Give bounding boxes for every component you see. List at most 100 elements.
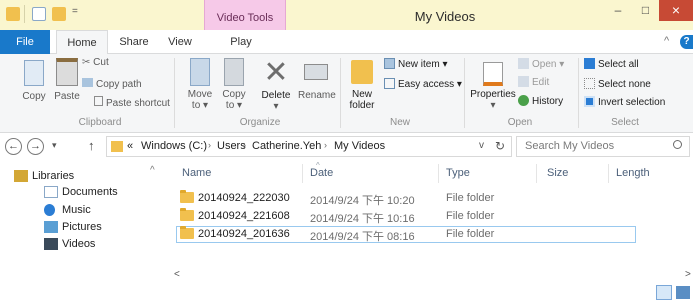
move-to-button[interactable]: Move to ▾ bbox=[186, 58, 214, 111]
refresh-icon[interactable]: ↻ bbox=[495, 139, 505, 153]
tab-home[interactable]: Home bbox=[56, 30, 108, 55]
tab-view[interactable]: View bbox=[162, 30, 198, 54]
scroll-right-icon[interactable]: > bbox=[685, 269, 691, 280]
tab-share[interactable]: Share bbox=[114, 30, 154, 54]
help-icon[interactable]: ? bbox=[680, 35, 693, 49]
open-button[interactable]: Open ▾ bbox=[518, 58, 564, 72]
quick-access-dropdown-icon[interactable]: = bbox=[72, 6, 78, 17]
column-header-name[interactable]: Name bbox=[182, 167, 211, 179]
nav-item-label: Documents bbox=[62, 186, 118, 198]
delete-button[interactable]: ✕ Delete ▾ bbox=[258, 58, 294, 113]
column-header-size[interactable]: Size bbox=[547, 167, 568, 179]
new-item-button[interactable]: New item ▾ bbox=[384, 58, 447, 72]
cut-button[interactable]: ✂ Cut bbox=[82, 56, 109, 70]
horizontal-scrollbar[interactable]: < > bbox=[0, 268, 693, 284]
select-all-button[interactable]: Select all bbox=[584, 58, 639, 72]
open-group-label: Open bbox=[507, 117, 533, 128]
details-view-icon[interactable] bbox=[656, 285, 672, 300]
edit-label: Edit bbox=[532, 77, 550, 88]
minimize-button[interactable]: – bbox=[604, 0, 632, 21]
search-input[interactable]: Search My Videos bbox=[525, 140, 614, 152]
edit-button[interactable]: Edit bbox=[518, 76, 549, 90]
nav-item-pictures[interactable]: Pictures bbox=[44, 219, 102, 235]
column-header-date[interactable]: Date bbox=[310, 167, 333, 179]
column-header-length[interactable]: Length bbox=[616, 167, 650, 179]
file-row[interactable]: 20140924_221608 2014/9/24 下午 10:16 File … bbox=[176, 208, 636, 225]
crumb-separator-icon[interactable]: › bbox=[324, 140, 327, 150]
nav-item-label: Music bbox=[62, 204, 91, 216]
easy-access-button[interactable]: Easy access ▾ bbox=[384, 78, 462, 92]
ribbon-separator bbox=[578, 58, 579, 128]
crumb-separator-icon[interactable]: › bbox=[243, 140, 246, 150]
select-none-button[interactable]: Select none bbox=[584, 78, 651, 92]
edit-icon bbox=[518, 76, 529, 87]
select-group-label: Select bbox=[611, 117, 639, 128]
file-type: File folder bbox=[446, 192, 495, 204]
column-separator[interactable] bbox=[608, 164, 609, 183]
recent-locations-icon[interactable]: ▾ bbox=[52, 140, 57, 151]
tab-file[interactable]: File bbox=[0, 30, 50, 54]
crumb-my-videos[interactable]: My Videos bbox=[334, 140, 385, 152]
back-button[interactable]: ← bbox=[5, 138, 22, 155]
easy-access-icon bbox=[384, 78, 395, 89]
qa-separator bbox=[24, 5, 25, 23]
window-title: My Videos bbox=[414, 9, 476, 24]
column-separator[interactable] bbox=[438, 164, 439, 183]
crumb-catherine[interactable]: Catherine.Yeh bbox=[252, 140, 321, 152]
invert-selection-button[interactable]: Invert selection bbox=[584, 96, 665, 110]
ribbon-separator bbox=[464, 58, 465, 128]
up-button[interactable]: ↑ bbox=[88, 138, 95, 153]
nav-item-libraries[interactable]: Libraries bbox=[14, 168, 74, 184]
crumb-windows-c[interactable]: Windows (C:) bbox=[141, 140, 207, 152]
new-folder-button[interactable]: New folder bbox=[346, 58, 378, 111]
rename-button[interactable]: Rename bbox=[298, 58, 336, 101]
nav-scroll-up-icon[interactable]: ^ bbox=[150, 165, 155, 176]
copy-to-button[interactable]: Copy to ▾ bbox=[220, 58, 248, 111]
address-history-dropdown[interactable]: v bbox=[479, 140, 484, 151]
close-button[interactable]: × bbox=[659, 0, 693, 21]
collapse-ribbon-icon[interactable]: ^ bbox=[664, 35, 669, 47]
search-box[interactable]: Search My Videos bbox=[516, 136, 690, 157]
address-overflow[interactable]: « bbox=[127, 140, 133, 152]
search-icon[interactable] bbox=[673, 140, 682, 149]
new-item-icon bbox=[384, 58, 395, 69]
file-row[interactable]: 20140924_222030 2014/9/24 下午 10:20 File … bbox=[176, 190, 636, 207]
copy-to-icon bbox=[224, 58, 244, 86]
column-separator[interactable] bbox=[302, 164, 303, 183]
history-button[interactable]: History bbox=[518, 95, 563, 109]
select-all-icon bbox=[584, 58, 595, 69]
nav-item-videos[interactable]: Videos bbox=[44, 236, 95, 252]
paste-label: Paste bbox=[54, 91, 80, 102]
tab-play[interactable]: Play bbox=[226, 30, 256, 54]
forward-button[interactable]: → bbox=[27, 138, 44, 155]
file-type: File folder bbox=[446, 210, 495, 222]
properties-icon bbox=[483, 62, 503, 86]
music-icon bbox=[44, 204, 55, 216]
invert-selection-icon bbox=[584, 96, 595, 107]
copy-path-icon bbox=[82, 78, 93, 87]
copy-button[interactable]: Copy bbox=[20, 60, 48, 102]
scroll-left-icon[interactable]: < bbox=[174, 269, 180, 280]
column-header-type[interactable]: Type bbox=[446, 167, 470, 179]
address-bar[interactable]: « Windows (C:) › Users › Catherine.Yeh ›… bbox=[106, 136, 512, 157]
close-icon: × bbox=[671, 2, 681, 18]
drive-icon bbox=[111, 141, 123, 152]
large-icons-view-icon[interactable] bbox=[676, 286, 690, 299]
properties-button[interactable]: Properties ▾ bbox=[470, 58, 516, 111]
file-row-selected[interactable]: 20140924_201636 2014/9/24 下午 08:16 File … bbox=[176, 226, 636, 243]
paste-shortcut-button[interactable]: Paste shortcut bbox=[94, 96, 170, 111]
crumb-separator-icon[interactable]: › bbox=[208, 140, 211, 150]
copy-path-button[interactable]: Copy path bbox=[82, 78, 142, 92]
nav-item-documents[interactable]: Documents bbox=[44, 184, 118, 200]
properties-quick-icon[interactable] bbox=[32, 7, 46, 21]
crumb-users[interactable]: Users bbox=[217, 140, 246, 152]
folder-icon bbox=[180, 190, 194, 203]
paste-button[interactable]: Paste bbox=[52, 58, 82, 102]
nav-item-music[interactable]: Music bbox=[44, 202, 91, 218]
app-icon bbox=[6, 7, 20, 21]
ribbon: Copy Paste ✂ Cut Copy path Paste shortcu… bbox=[0, 54, 693, 133]
column-separator[interactable] bbox=[536, 164, 537, 183]
maximize-button[interactable]: □ bbox=[632, 0, 659, 21]
new-folder-quick-icon[interactable] bbox=[52, 7, 66, 21]
minimize-icon: – bbox=[614, 3, 622, 17]
